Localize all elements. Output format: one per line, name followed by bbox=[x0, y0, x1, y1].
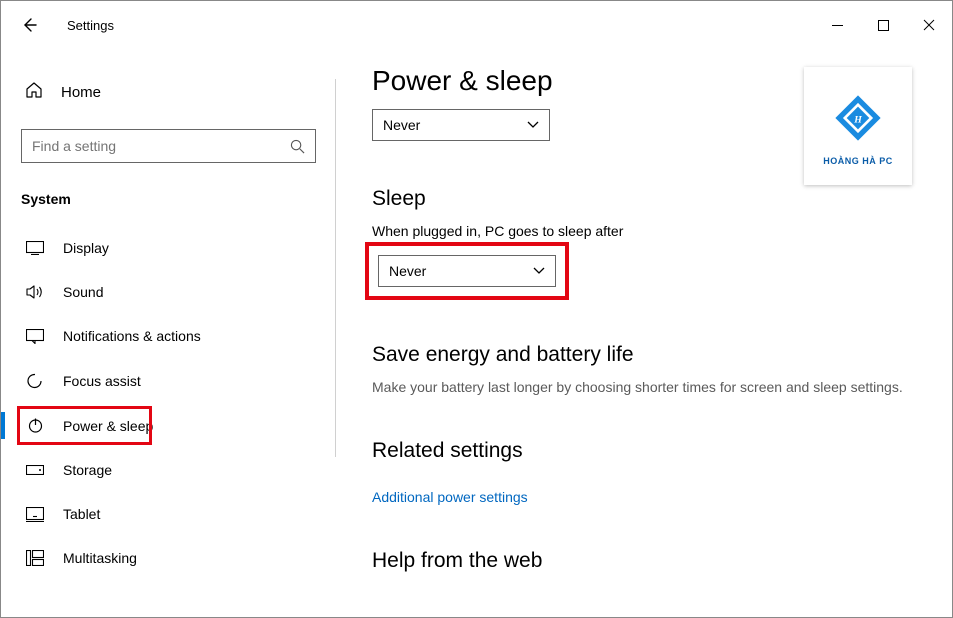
sidebar-item-focus-assist[interactable]: Focus assist bbox=[21, 361, 316, 400]
sleep-timeout-dropdown[interactable]: Never bbox=[378, 255, 556, 287]
brand-logo-text: HOÀNG HÀ PC bbox=[823, 156, 893, 166]
back-button[interactable] bbox=[19, 15, 39, 35]
sidebar: Home System Display Sound Notificatio bbox=[1, 49, 336, 617]
close-button[interactable] bbox=[906, 1, 952, 49]
home-label: Home bbox=[61, 84, 101, 101]
notifications-icon bbox=[25, 329, 45, 344]
sleep-heading: Sleep bbox=[372, 187, 912, 211]
search-icon bbox=[290, 139, 305, 154]
brand-logo-icon: H bbox=[826, 86, 890, 150]
additional-power-settings-link[interactable]: Additional power settings bbox=[372, 489, 528, 505]
focus-assist-icon bbox=[25, 372, 45, 389]
sidebar-item-display[interactable]: Display bbox=[21, 229, 316, 267]
save-energy-heading: Save energy and battery life bbox=[372, 343, 912, 367]
sidebar-item-label: Multitasking bbox=[63, 550, 137, 566]
related-heading: Related settings bbox=[372, 439, 912, 463]
chevron-down-icon bbox=[533, 267, 545, 275]
dropdown-value: Never bbox=[383, 117, 420, 133]
main-content: Power & sleep Never Sleep When plugged i… bbox=[336, 49, 952, 617]
sidebar-item-sound[interactable]: Sound bbox=[21, 273, 316, 311]
titlebar: Settings bbox=[1, 1, 952, 49]
home-nav[interactable]: Home bbox=[21, 73, 316, 111]
home-icon bbox=[25, 81, 43, 103]
sidebar-item-label: Display bbox=[63, 240, 109, 256]
search-input-wrapper[interactable] bbox=[21, 129, 316, 163]
sound-icon bbox=[25, 284, 45, 300]
sidebar-item-label: Focus assist bbox=[63, 373, 141, 389]
multitasking-icon bbox=[25, 550, 45, 566]
sidebar-item-tablet[interactable]: Tablet bbox=[21, 495, 316, 533]
brand-logo-card: H HOÀNG HÀ PC bbox=[804, 67, 912, 185]
sidebar-item-notifications[interactable]: Notifications & actions bbox=[21, 317, 316, 355]
sleep-dropdown-highlight: Never bbox=[372, 249, 562, 293]
help-heading: Help from the web bbox=[372, 549, 912, 573]
sleep-caption: When plugged in, PC goes to sleep after bbox=[372, 223, 912, 239]
chevron-down-icon bbox=[527, 121, 539, 129]
sidebar-item-label: Tablet bbox=[63, 506, 100, 522]
sidebar-item-power-sleep[interactable]: Power & sleep bbox=[21, 406, 316, 445]
tablet-icon bbox=[25, 507, 45, 522]
sidebar-item-storage[interactable]: Storage bbox=[21, 451, 316, 489]
save-energy-desc: Make your battery last longer by choosin… bbox=[372, 379, 912, 395]
search-input[interactable] bbox=[32, 138, 278, 154]
close-icon bbox=[923, 19, 935, 31]
arrow-left-icon bbox=[21, 17, 37, 33]
sidebar-item-label: Notifications & actions bbox=[63, 328, 201, 344]
maximize-icon bbox=[878, 20, 889, 31]
sidebar-group-label: System bbox=[21, 191, 316, 207]
dropdown-value: Never bbox=[389, 263, 426, 279]
sidebar-item-label: Storage bbox=[63, 462, 112, 478]
storage-icon bbox=[25, 465, 45, 475]
screen-timeout-dropdown[interactable]: Never bbox=[372, 109, 550, 141]
minimize-icon bbox=[832, 20, 843, 31]
minimize-button[interactable] bbox=[814, 1, 860, 49]
maximize-button[interactable] bbox=[860, 1, 906, 49]
svg-text:H: H bbox=[853, 114, 862, 125]
sidebar-item-label: Sound bbox=[63, 284, 103, 300]
display-icon bbox=[25, 241, 45, 255]
window-title: Settings bbox=[67, 18, 114, 33]
sidebar-item-label: Power & sleep bbox=[63, 418, 153, 434]
sidebar-item-multitasking[interactable]: Multitasking bbox=[21, 539, 316, 577]
power-icon bbox=[25, 417, 45, 434]
